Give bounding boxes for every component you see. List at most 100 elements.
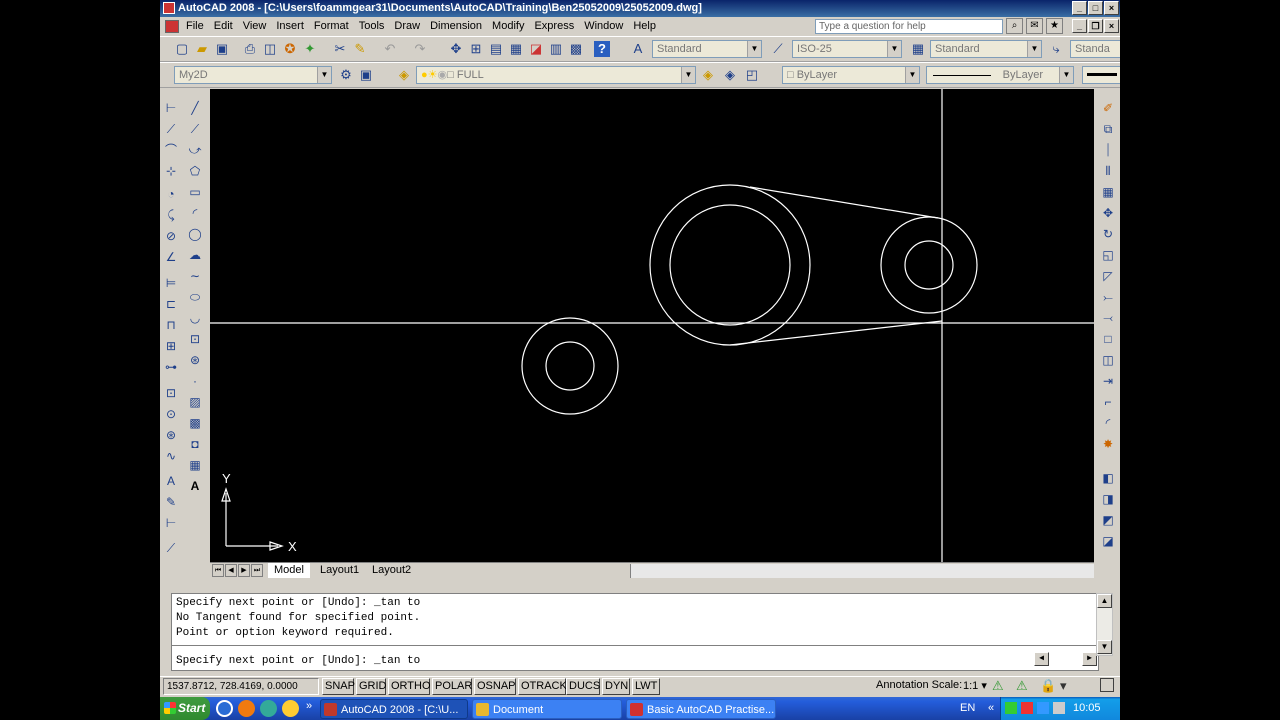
open-icon[interactable]: ▰ <box>194 41 210 57</box>
polyline-icon[interactable]: ⤻ <box>187 142 203 158</box>
next-tab-icon[interactable]: ▶ <box>238 564 250 577</box>
document-icon[interactable] <box>165 19 179 33</box>
table-style-select[interactable]: Standard ▼ <box>930 40 1042 58</box>
auto-scale-icon[interactable]: ⚠ <box>1016 678 1028 694</box>
gradient-icon[interactable]: ▩ <box>187 415 203 431</box>
plot-icon[interactable]: ⎙ <box>242 41 258 57</box>
menu-draw[interactable]: Draw <box>389 17 425 36</box>
tray-volume-icon[interactable] <box>1053 702 1065 714</box>
make-block-icon[interactable]: ⊛ <box>187 352 203 368</box>
cut-icon[interactable]: ✂ <box>332 41 348 57</box>
tray-settings-icon[interactable]: ▾ <box>1060 678 1067 694</box>
dimension-update-icon[interactable]: ⊢ <box>163 515 179 531</box>
menu-modify[interactable]: Modify <box>487 17 529 36</box>
pan-icon[interactable]: ✥ <box>448 41 464 57</box>
multileader-style-select[interactable]: Standa <box>1070 40 1120 58</box>
toggle-polar[interactable]: POLAR <box>432 678 472 695</box>
first-tab-icon[interactable]: ⏮ <box>212 564 224 577</box>
stretch-icon[interactable]: ◸ <box>1100 268 1116 284</box>
ordinate-dimension-icon[interactable]: ⊹ <box>163 163 179 179</box>
ellipse-icon[interactable]: ⬭ <box>187 289 203 305</box>
color-select[interactable]: □ ByLayer ▼ <box>782 66 920 84</box>
publish-icon[interactable]: ✪ <box>282 41 298 57</box>
doc-close-button[interactable]: × <box>1104 19 1119 33</box>
scroll-left-icon[interactable]: ◀ <box>1034 652 1049 666</box>
clean-screen-icon[interactable] <box>1100 678 1114 692</box>
jogged-linear-icon[interactable]: ∿ <box>163 448 179 464</box>
rotate-icon[interactable]: ↻ <box>1100 226 1116 242</box>
dimension-break-icon[interactable]: ⊶ <box>163 359 179 375</box>
search-icon[interactable]: ⌕ <box>1006 18 1023 34</box>
erase-icon[interactable]: ✐ <box>1100 100 1116 116</box>
task-pdf[interactable]: Basic AutoCAD Practise.... <box>626 699 776 719</box>
chamfer-icon[interactable]: ⌐ <box>1100 394 1116 410</box>
dimension-text-edit-icon[interactable]: ✎ <box>163 494 179 510</box>
jogged-dimension-icon[interactable]: ⤹ <box>163 207 179 223</box>
doc-restore-button[interactable]: ❐ <box>1088 19 1103 33</box>
array-icon[interactable]: ▦ <box>1100 184 1116 200</box>
close-button[interactable]: × <box>1104 1 1119 15</box>
text-style-icon[interactable]: A <box>630 41 646 57</box>
layer-select[interactable]: ●☀◉□ FULL ▼ <box>416 66 696 84</box>
markup-icon[interactable]: ▥ <box>548 41 564 57</box>
command-vertical-scrollbar[interactable]: ▲ ▼ <box>1096 593 1113 656</box>
toggle-snap[interactable]: SNAP <box>322 678 355 695</box>
tray-expand-icon[interactable]: « <box>988 697 994 720</box>
properties-icon[interactable]: ▤ <box>488 41 504 57</box>
toggle-dyn[interactable]: DYN <box>602 678 630 695</box>
center-mark-icon[interactable]: ⊙ <box>163 406 179 422</box>
inspection-icon[interactable]: ⊛ <box>163 427 179 443</box>
draworder-above-icon[interactable]: ◩ <box>1100 512 1116 528</box>
arc-length-icon[interactable]: ⌒ <box>163 142 179 158</box>
linear-dimension-icon[interactable]: ⊢ <box>163 100 179 116</box>
polygon-icon[interactable]: ⬠ <box>187 163 203 179</box>
multiline-text-icon[interactable]: A <box>187 478 203 494</box>
minimize-button[interactable]: _ <box>1072 1 1087 15</box>
draworder-back-icon[interactable]: ◨ <box>1100 491 1116 507</box>
tray-antivirus-icon[interactable] <box>1021 702 1033 714</box>
menu-format[interactable]: Format <box>309 17 354 36</box>
workspace-select[interactable]: My2D ▼ <box>174 66 332 84</box>
layer-states-icon[interactable]: ◰ <box>744 67 760 83</box>
dimension-edit-icon[interactable]: A <box>163 473 179 489</box>
tolerance-icon[interactable]: ⊡ <box>163 385 179 401</box>
explode-icon[interactable]: ✸ <box>1100 436 1116 452</box>
help-icon[interactable]: ? <box>594 41 610 57</box>
3d-dwf-icon[interactable]: ✦ <box>302 41 318 57</box>
scroll-up-icon[interactable]: ▲ <box>1097 594 1112 608</box>
lineweight-select[interactable] <box>1082 66 1120 84</box>
revision-cloud-icon[interactable]: ☁ <box>187 247 203 263</box>
table-style-icon[interactable]: ▦ <box>910 41 926 57</box>
tray-network-icon[interactable] <box>1037 702 1049 714</box>
tool-palettes-icon[interactable]: ◪ <box>528 41 544 57</box>
annotation-visibility-icon[interactable]: ⚠ <box>992 678 1004 694</box>
drawing-canvas[interactable]: Y X <box>210 89 1094 562</box>
make-current-layer-icon[interactable]: ◈ <box>700 67 716 83</box>
construction-line-icon[interactable]: ⟋ <box>187 121 203 137</box>
maximize-button[interactable]: □ <box>1088 1 1103 15</box>
quick-dimension-icon[interactable]: ⊨ <box>163 275 179 291</box>
toggle-ortho[interactable]: ORTHO <box>388 678 431 695</box>
favorites-star-icon[interactable]: ★ <box>1046 18 1063 34</box>
start-button[interactable]: Start <box>160 697 210 720</box>
menu-dimension[interactable]: Dimension <box>425 17 487 36</box>
rectangle-icon[interactable]: ▭ <box>187 184 203 200</box>
join-icon[interactable]: ⇥ <box>1100 373 1116 389</box>
text-style-select[interactable]: Standard ▼ <box>652 40 762 58</box>
arc-icon[interactable]: ◜ <box>187 205 203 221</box>
hatch-icon[interactable]: ▨ <box>187 394 203 410</box>
design-center-icon[interactable]: ▦ <box>508 41 524 57</box>
task-document[interactable]: Document <box>472 699 622 719</box>
tab-layout1[interactable]: Layout1 <box>314 563 365 578</box>
ellipse-arc-icon[interactable]: ◡ <box>187 310 203 326</box>
layer-properties-icon[interactable]: ◈ <box>396 67 412 83</box>
menu-help[interactable]: Help <box>628 17 661 36</box>
menu-tools[interactable]: Tools <box>354 17 390 36</box>
baseline-dimension-icon[interactable]: ⊏ <box>163 296 179 312</box>
tray-safely-remove-icon[interactable] <box>1005 702 1017 714</box>
doc-minimize-button[interactable]: _ <box>1072 19 1087 33</box>
language-indicator[interactable]: EN <box>960 697 975 720</box>
draworder-under-icon[interactable]: ◪ <box>1100 533 1116 549</box>
menu-insert[interactable]: Insert <box>271 17 309 36</box>
calculator-icon[interactable]: ▩ <box>568 41 584 57</box>
